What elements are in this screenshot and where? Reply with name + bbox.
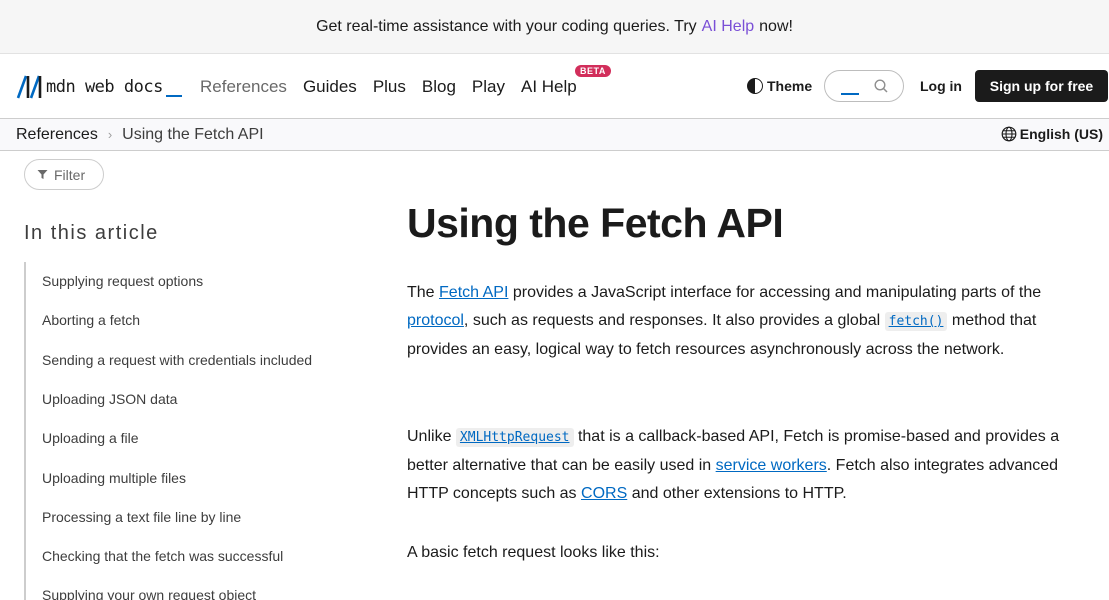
table-of-contents: Supplying request options Aborting a fet… [24,262,344,600]
protocol-link[interactable]: protocol [407,312,464,329]
cors-link[interactable]: CORS [581,485,627,502]
signup-button[interactable]: Sign up for free [975,70,1108,102]
fetch-api-link[interactable]: Fetch API [439,284,508,301]
ai-help-banner: Get real-time assistance with your codin… [0,0,1109,54]
toc-item[interactable]: Processing a text file line by line [42,509,241,525]
p1-text: The [407,284,435,301]
nav-blog[interactable]: Blog [422,77,456,97]
language-label: English (US) [1019,126,1103,142]
top-navigation: mdn web docs References Guides Plus Blog… [0,54,1109,119]
beta-badge: BETA [575,64,611,77]
toc-item[interactable]: Uploading multiple files [42,470,186,486]
theme-icon [747,78,763,94]
nav-plus[interactable]: Plus [373,77,406,97]
nav-ai-help-label: AI Help [521,76,577,96]
filter-label: Filter [54,166,86,183]
logo-underscore [165,95,182,97]
p2-text: and other extensions to HTTP. [631,485,847,502]
search-input[interactable] [824,70,904,102]
toc-item[interactable]: Aborting a fetch [42,312,140,328]
main-menu: References Guides Plus Blog Play AI Help… [200,54,611,119]
nav-references[interactable]: References [200,77,287,97]
ai-help-link[interactable]: AI Help [702,18,754,36]
theme-label: Theme [767,78,813,94]
p2-text: Unlike [407,428,452,445]
banner-text-end: now! [759,17,793,35]
banner-text: Get real-time assistance with your codin… [316,17,697,35]
search-icon [874,79,888,93]
intro-paragraph: The Fetch API provides a JavaScript inte… [407,279,1077,364]
p1-text: provides a JavaScript interface for acce… [512,284,1042,301]
toc-item[interactable]: Supplying request options [42,273,203,289]
article-content: Using the Fetch API The Fetch API provid… [407,196,1077,561]
nav-ai-help[interactable]: AI Help BETA [521,64,611,97]
basic-request-paragraph: A basic fetch request looks like this: [407,544,660,561]
login-link[interactable]: Log in [920,78,962,94]
fetch-code-link[interactable]: fetch() [884,312,948,331]
globe-icon [1001,126,1017,142]
theme-switcher[interactable]: Theme [747,78,812,94]
toc-item[interactable]: Supplying your own request object [42,587,256,600]
page-title: Using the Fetch API [407,200,784,246]
xmlhttprequest-code-link[interactable]: XMLHttpRequest [455,428,574,447]
logo-text: mdn web docs [46,77,163,97]
service-workers-link[interactable]: service workers [716,457,827,474]
nav-guides[interactable]: Guides [303,77,357,97]
filter-icon [37,170,48,179]
toc-item[interactable]: Checking that the fetch was successful [42,548,283,564]
p1-text: , such as requests and responses. It als… [463,312,881,329]
comparison-paragraph: Unlike XMLHttpRequest that is a callback… [407,423,1077,508]
toc-item[interactable]: Sending a request with credentials inclu… [42,352,312,368]
language-switcher[interactable]: English (US) [1001,126,1103,142]
filter-button[interactable]: Filter [24,159,104,190]
search-cursor [841,93,859,95]
toc-item[interactable]: Uploading JSON data [42,391,177,407]
mdn-logo-icon [16,75,42,99]
breadcrumb: References › Using the Fetch API English… [0,119,1109,151]
breadcrumb-current[interactable]: Using the Fetch API [122,126,263,144]
nav-play[interactable]: Play [472,77,505,97]
mdn-logo[interactable]: mdn web docs [16,75,182,99]
toc-heading: In this article [24,222,159,244]
breadcrumb-references[interactable]: References [16,126,98,144]
toc-item[interactable]: Uploading a file [42,430,139,446]
chevron-right-icon: › [107,127,113,142]
